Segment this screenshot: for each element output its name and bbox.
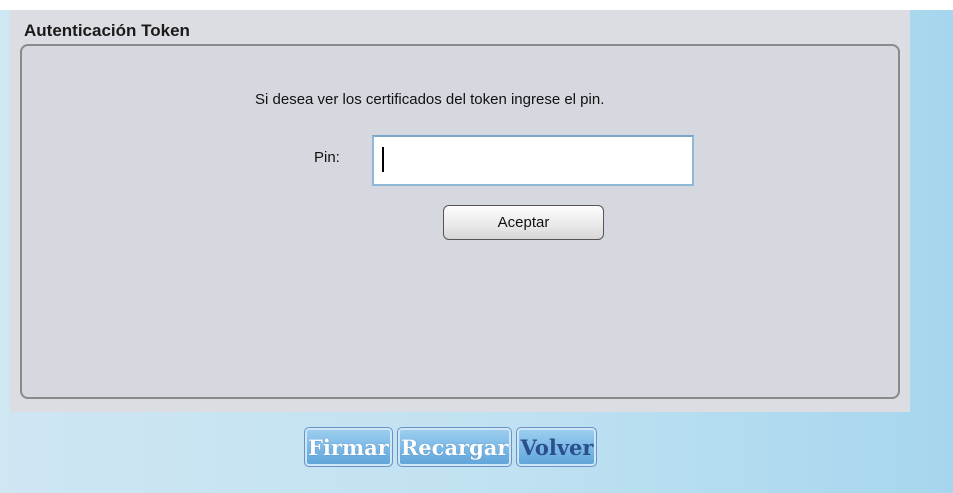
sign-button[interactable]: Firmar	[304, 427, 393, 467]
reload-button[interactable]: Recargar	[396, 427, 513, 467]
text-cursor	[382, 147, 384, 172]
action-bar: Firmar Recargar Volver	[304, 427, 598, 469]
top-strip	[0, 0, 953, 10]
instruction-text: Si desea ver los certificados del token …	[255, 91, 605, 108]
back-button[interactable]: Volver	[516, 427, 598, 467]
pin-label: Pin:	[314, 149, 340, 166]
accept-button[interactable]: Aceptar	[443, 205, 604, 240]
pin-input[interactable]	[372, 135, 694, 186]
dialog-content-panel: Si desea ver los certificados del token …	[20, 44, 900, 399]
dialog-title: Autenticación Token	[24, 21, 190, 40]
token-auth-dialog: Autenticación Token Si desea ver los cer…	[10, 10, 910, 412]
